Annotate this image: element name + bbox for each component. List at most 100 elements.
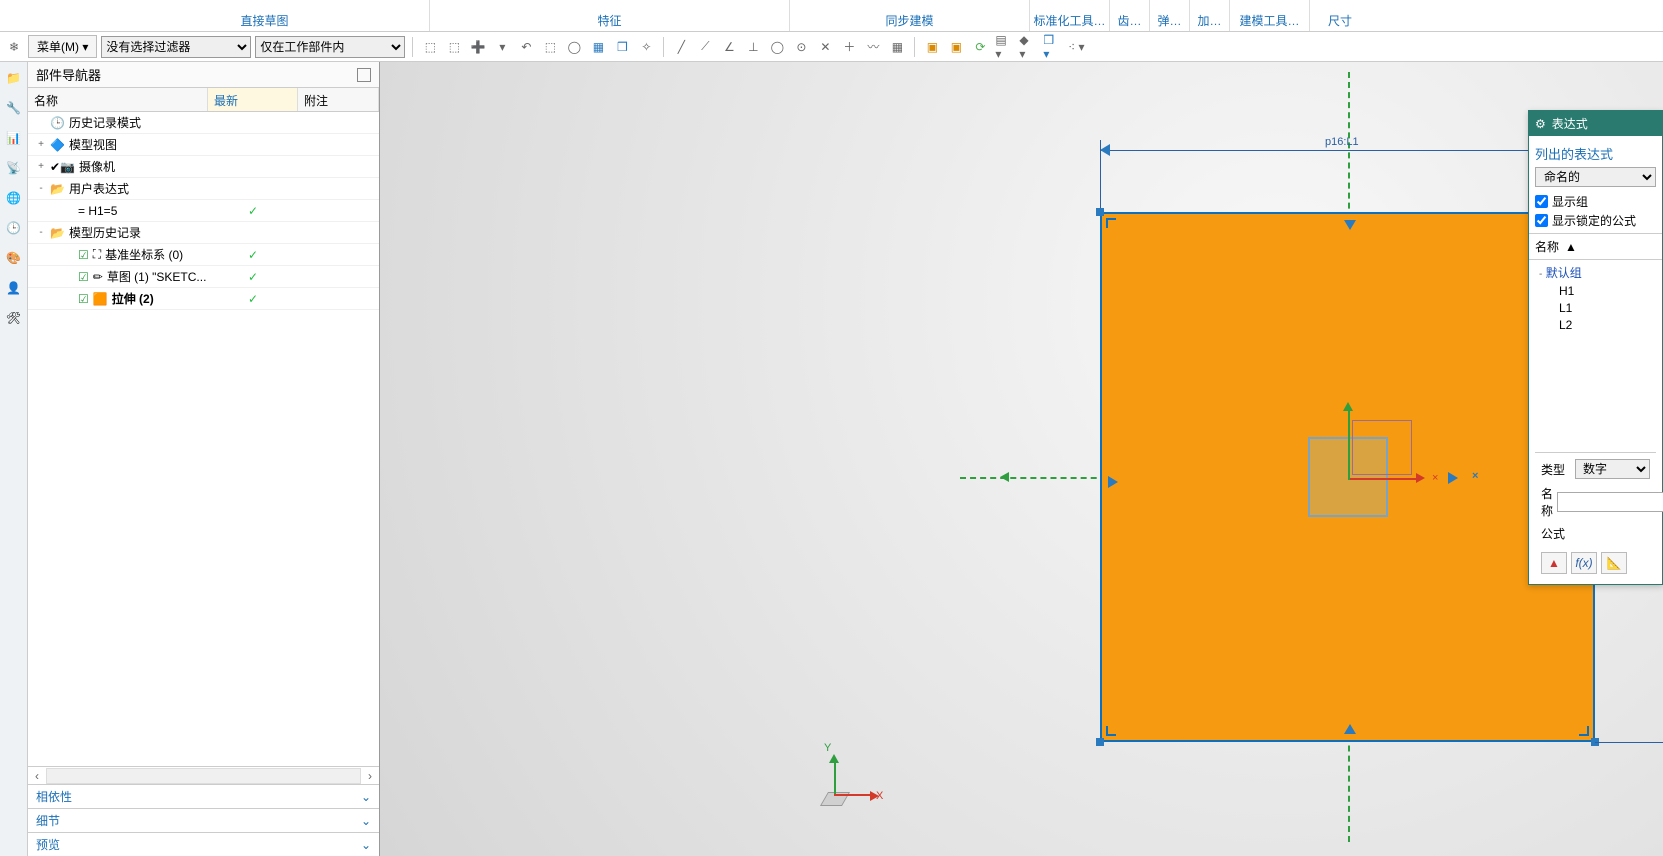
tb-3d-icon[interactable]: ❒ ▾: [1042, 37, 1062, 57]
tree-row[interactable]: ☑⛶基准坐标系 (0)✓: [28, 244, 379, 266]
expander-icon[interactable]: +: [36, 161, 46, 172]
rail-reuse-icon[interactable]: 📡: [4, 158, 24, 178]
dimension-top[interactable]: p16:L1: [1100, 140, 1595, 162]
green-arrow-left-icon: [1000, 472, 1009, 482]
tb-circle-icon[interactable]: ◯: [767, 37, 787, 57]
tree-row[interactable]: = H1=5✓: [28, 200, 379, 222]
selection-filter-select[interactable]: 没有选择过滤器: [101, 36, 251, 58]
tree-row[interactable]: +✔📷摄像机: [28, 156, 379, 178]
menu-button[interactable]: 菜单(M) ▾: [28, 35, 97, 58]
sort-up-icon[interactable]: ▲: [1565, 240, 1577, 254]
tb-plus-icon[interactable]: ➕: [468, 37, 488, 57]
default-group[interactable]: 默认组: [1546, 266, 1582, 280]
ribbon-group-sketch[interactable]: 直接草图: [240, 12, 288, 31]
nav-header-note[interactable]: 附注: [298, 88, 379, 111]
expander-icon[interactable]: -: [36, 183, 46, 194]
rail-roles-icon[interactable]: 👤: [4, 278, 24, 298]
navigator-tree[interactable]: 🕒历史记录模式+🔷模型视图+✔📷摄像机-📂用户表达式= H1=5✓-📂模型历史记…: [28, 112, 379, 766]
ribbon-group-gear[interactable]: 齿…: [1118, 12, 1142, 31]
tb-select-lasso-icon[interactable]: ◯: [564, 37, 584, 57]
ribbon-group-std[interactable]: 标准化工具…: [1034, 12, 1106, 31]
checkbox-icon[interactable]: ☑: [78, 292, 89, 306]
rail-history-icon[interactable]: 🕒: [4, 218, 24, 238]
nav-header-latest[interactable]: 最新: [208, 88, 298, 111]
tb-center-icon[interactable]: ⊙: [791, 37, 811, 57]
tb-angle-icon[interactable]: ∠: [719, 37, 739, 57]
nav-section-preview[interactable]: 预览⌄: [28, 832, 379, 856]
ribbon-group-sync[interactable]: 同步建模: [885, 12, 933, 31]
graphics-canvas[interactable]: p16:L1 p17:L2: [380, 62, 1663, 856]
checkbox-icon[interactable]: ☑: [78, 270, 89, 284]
tb-line-icon[interactable]: ╱: [671, 37, 691, 57]
nav-section-details[interactable]: 细节⌄: [28, 808, 379, 832]
expr-name-column[interactable]: 名称: [1535, 238, 1559, 255]
tb-layers-icon[interactable]: ▤ ▾: [994, 37, 1014, 57]
tree-row[interactable]: -📂用户表达式: [28, 178, 379, 200]
ribbon-group-dim[interactable]: 尺寸: [1328, 12, 1352, 31]
error-icon[interactable]: ▲: [1541, 552, 1567, 574]
selection-scope-select[interactable]: 仅在工作部件内: [255, 36, 405, 58]
tb-undo-icon[interactable]: ↶: [516, 37, 536, 57]
show-locked-checkbox[interactable]: 显示锁定的公式: [1535, 212, 1656, 229]
tb-view-icon-2[interactable]: ▣: [946, 37, 966, 57]
tree-row[interactable]: -📂模型历史记录: [28, 222, 379, 244]
expr-item[interactable]: L1: [1539, 301, 1656, 315]
checkbox-icon[interactable]: ☑: [78, 248, 89, 262]
tb-render-icon[interactable]: ◆ ▾: [1018, 37, 1038, 57]
tb-path-icon[interactable]: 〰: [863, 37, 883, 57]
rail-navigator-icon[interactable]: 📁: [4, 68, 24, 88]
tb-icon-3[interactable]: ▾: [492, 37, 512, 57]
show-group-checkbox[interactable]: 显示组: [1535, 193, 1656, 210]
tree-row[interactable]: ☑✏草图 (1) "SKETC...✓: [28, 266, 379, 288]
grip[interactable]: [1096, 208, 1104, 216]
tb-pattern-icon[interactable]: ⁖ ▾: [1066, 37, 1086, 57]
gear-icon[interactable]: ⚙: [1535, 117, 1546, 131]
tb-snap-icon[interactable]: ✧: [636, 37, 656, 57]
unit-button[interactable]: 📐: [1601, 552, 1627, 574]
ribbon-group-spring[interactable]: 弹…: [1158, 12, 1182, 31]
tb-icon-1[interactable]: ⬚: [420, 37, 440, 57]
group-expander[interactable]: -: [1539, 269, 1542, 280]
arrow-down-icon: [1344, 220, 1356, 230]
tb-refresh-icon[interactable]: ⟳: [970, 37, 990, 57]
ribbon-group-modeltools[interactable]: 建模工具…: [1239, 12, 1299, 31]
tb-view-icon-1[interactable]: ▣: [922, 37, 942, 57]
view-triad[interactable]: Y X: [816, 746, 876, 806]
nav-section-dependency[interactable]: 相依性⌄: [28, 784, 379, 808]
tb-arc-icon[interactable]: ⟋: [695, 37, 715, 57]
tree-row[interactable]: 🕒历史记录模式: [28, 112, 379, 134]
scroll-left-icon[interactable]: ‹: [28, 769, 46, 783]
tb-select-rect-icon[interactable]: ⬚: [540, 37, 560, 57]
fx-button[interactable]: f(x): [1571, 552, 1597, 574]
navigator-pin-icon[interactable]: [357, 68, 371, 82]
rail-web-icon[interactable]: 🌐: [4, 188, 24, 208]
tb-icon-2[interactable]: ⬚: [444, 37, 464, 57]
tb-perp-icon[interactable]: ⊥: [743, 37, 763, 57]
tree-row[interactable]: ☑🟧拉伸 (2)✓: [28, 288, 379, 310]
scroll-right-icon[interactable]: ›: [361, 769, 379, 783]
tb-add-icon[interactable]: ＋: [839, 37, 859, 57]
scrollbar[interactable]: [46, 768, 361, 784]
type-select[interactable]: 数字: [1575, 459, 1650, 479]
history-icon: 🕒: [50, 116, 65, 130]
expr-item[interactable]: L2: [1539, 318, 1656, 332]
rail-color-icon[interactable]: 🎨: [4, 248, 24, 268]
tb-box-icon[interactable]: ▦: [588, 37, 608, 57]
rail-constraints-icon[interactable]: 📊: [4, 128, 24, 148]
tb-cube-icon[interactable]: ❒: [612, 37, 632, 57]
tb-cross-icon[interactable]: ✕: [815, 37, 835, 57]
snow-icon[interactable]: ❄: [4, 37, 24, 57]
rail-assembly-icon[interactable]: 🔧: [4, 98, 24, 118]
tree-row[interactable]: +🔷模型视图: [28, 134, 379, 156]
expander-icon[interactable]: +: [36, 139, 46, 150]
ribbon-group-add[interactable]: 加…: [1198, 12, 1222, 31]
expr-item[interactable]: H1: [1539, 284, 1656, 298]
nav-header-name[interactable]: 名称: [28, 88, 208, 111]
rail-tool-icon[interactable]: 🛠: [4, 308, 24, 328]
grip[interactable]: [1096, 738, 1104, 746]
name-input[interactable]: [1557, 492, 1663, 512]
ribbon-group-feature[interactable]: 特征: [597, 12, 621, 31]
tb-grid-icon[interactable]: ▦: [887, 37, 907, 57]
expression-filter-select[interactable]: 命名的: [1535, 167, 1656, 187]
expander-icon[interactable]: -: [36, 227, 46, 238]
